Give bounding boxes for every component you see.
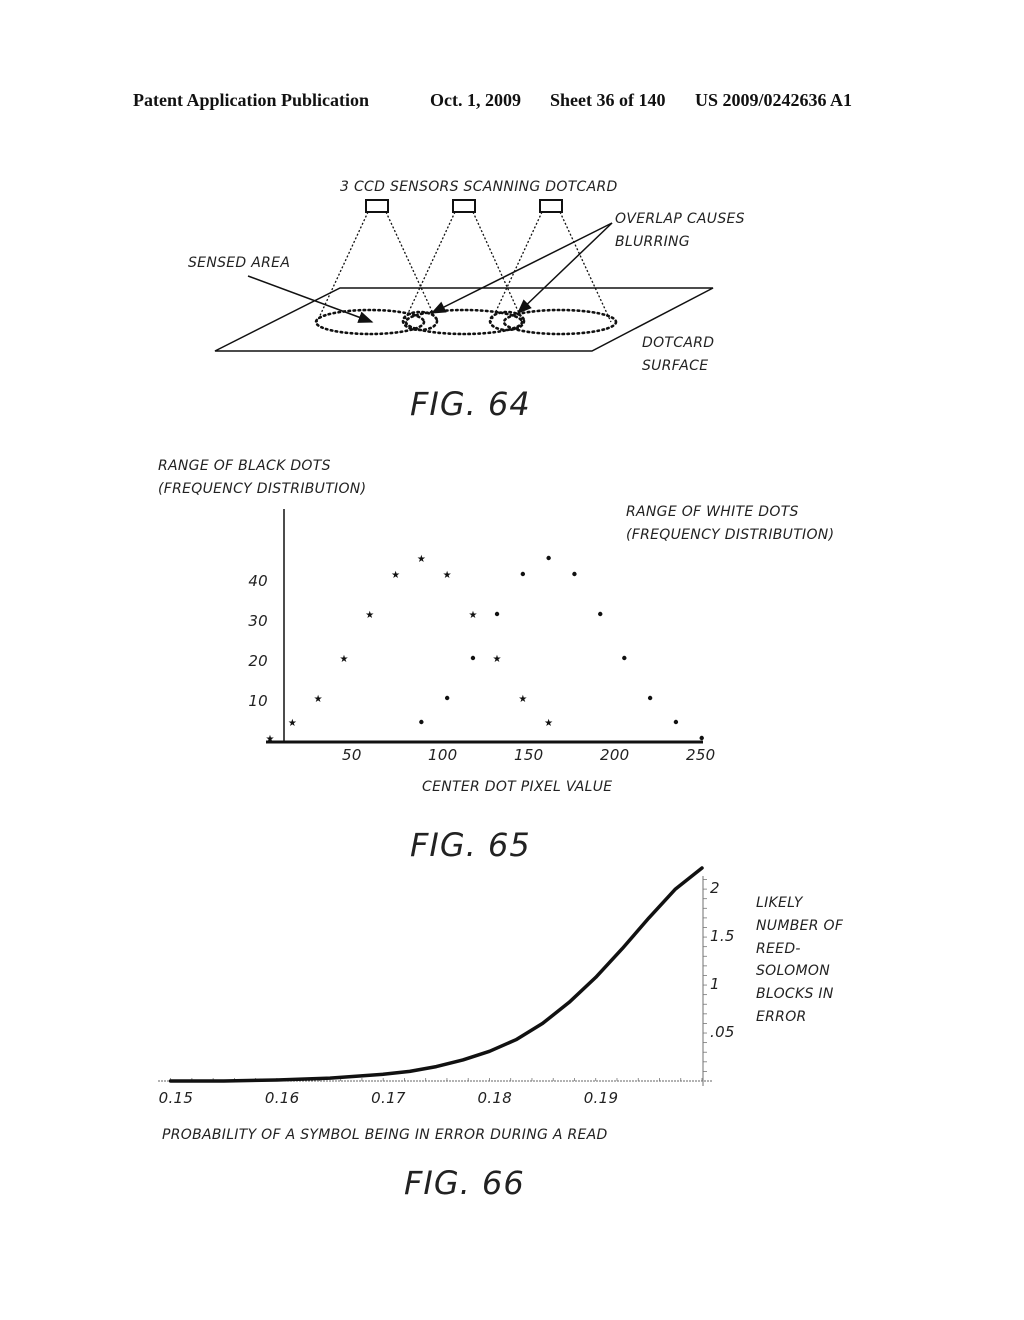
x-tick-label: 150 xyxy=(514,746,544,764)
x-tick-label: 250 xyxy=(686,746,716,764)
x-tick-label: 0.19 xyxy=(583,1089,619,1107)
y-tick-label: 40 xyxy=(248,572,268,590)
fig66-caption: FIG. 66 xyxy=(404,1164,525,1202)
x-tick-label: 0.16 xyxy=(264,1089,300,1107)
y-tick-label: 30 xyxy=(248,612,268,630)
fig66-ylabel-line: ERROR xyxy=(756,1009,807,1025)
y-tick-label: 1.5 xyxy=(710,927,735,946)
fig66-ylabel-line: LIKELY xyxy=(756,895,803,911)
fig66-line-chart xyxy=(158,866,712,1086)
x-tick-label: 0.17 xyxy=(371,1089,406,1107)
fig66-ylabel-line: BLOCKS IN xyxy=(756,986,834,1003)
fig66-ylabel-line: REED- xyxy=(756,940,801,957)
x-tick-label: 50 xyxy=(342,746,362,764)
fig66-xlabel: PROBABILITY OF A SYMBOL BEING IN ERROR D… xyxy=(162,1127,608,1143)
y-tick-label: 2 xyxy=(710,879,720,898)
y-tick-label: .05 xyxy=(710,1023,735,1042)
x-tick-label: 100 xyxy=(428,746,458,764)
y-tick-label: 1 xyxy=(710,975,720,994)
x-tick-label: 0.18 xyxy=(477,1089,513,1107)
y-tick-label: 10 xyxy=(248,692,268,710)
fig66-ylabel-line: SOLOMON xyxy=(756,963,830,980)
fig66-ylabel-line: NUMBER OF xyxy=(756,917,844,934)
y-tick-label: 20 xyxy=(248,652,268,670)
blocks-in-error-curve xyxy=(168,866,704,1083)
x-tick-label: 200 xyxy=(600,746,630,764)
x-tick-label: 0.15 xyxy=(158,1089,194,1107)
